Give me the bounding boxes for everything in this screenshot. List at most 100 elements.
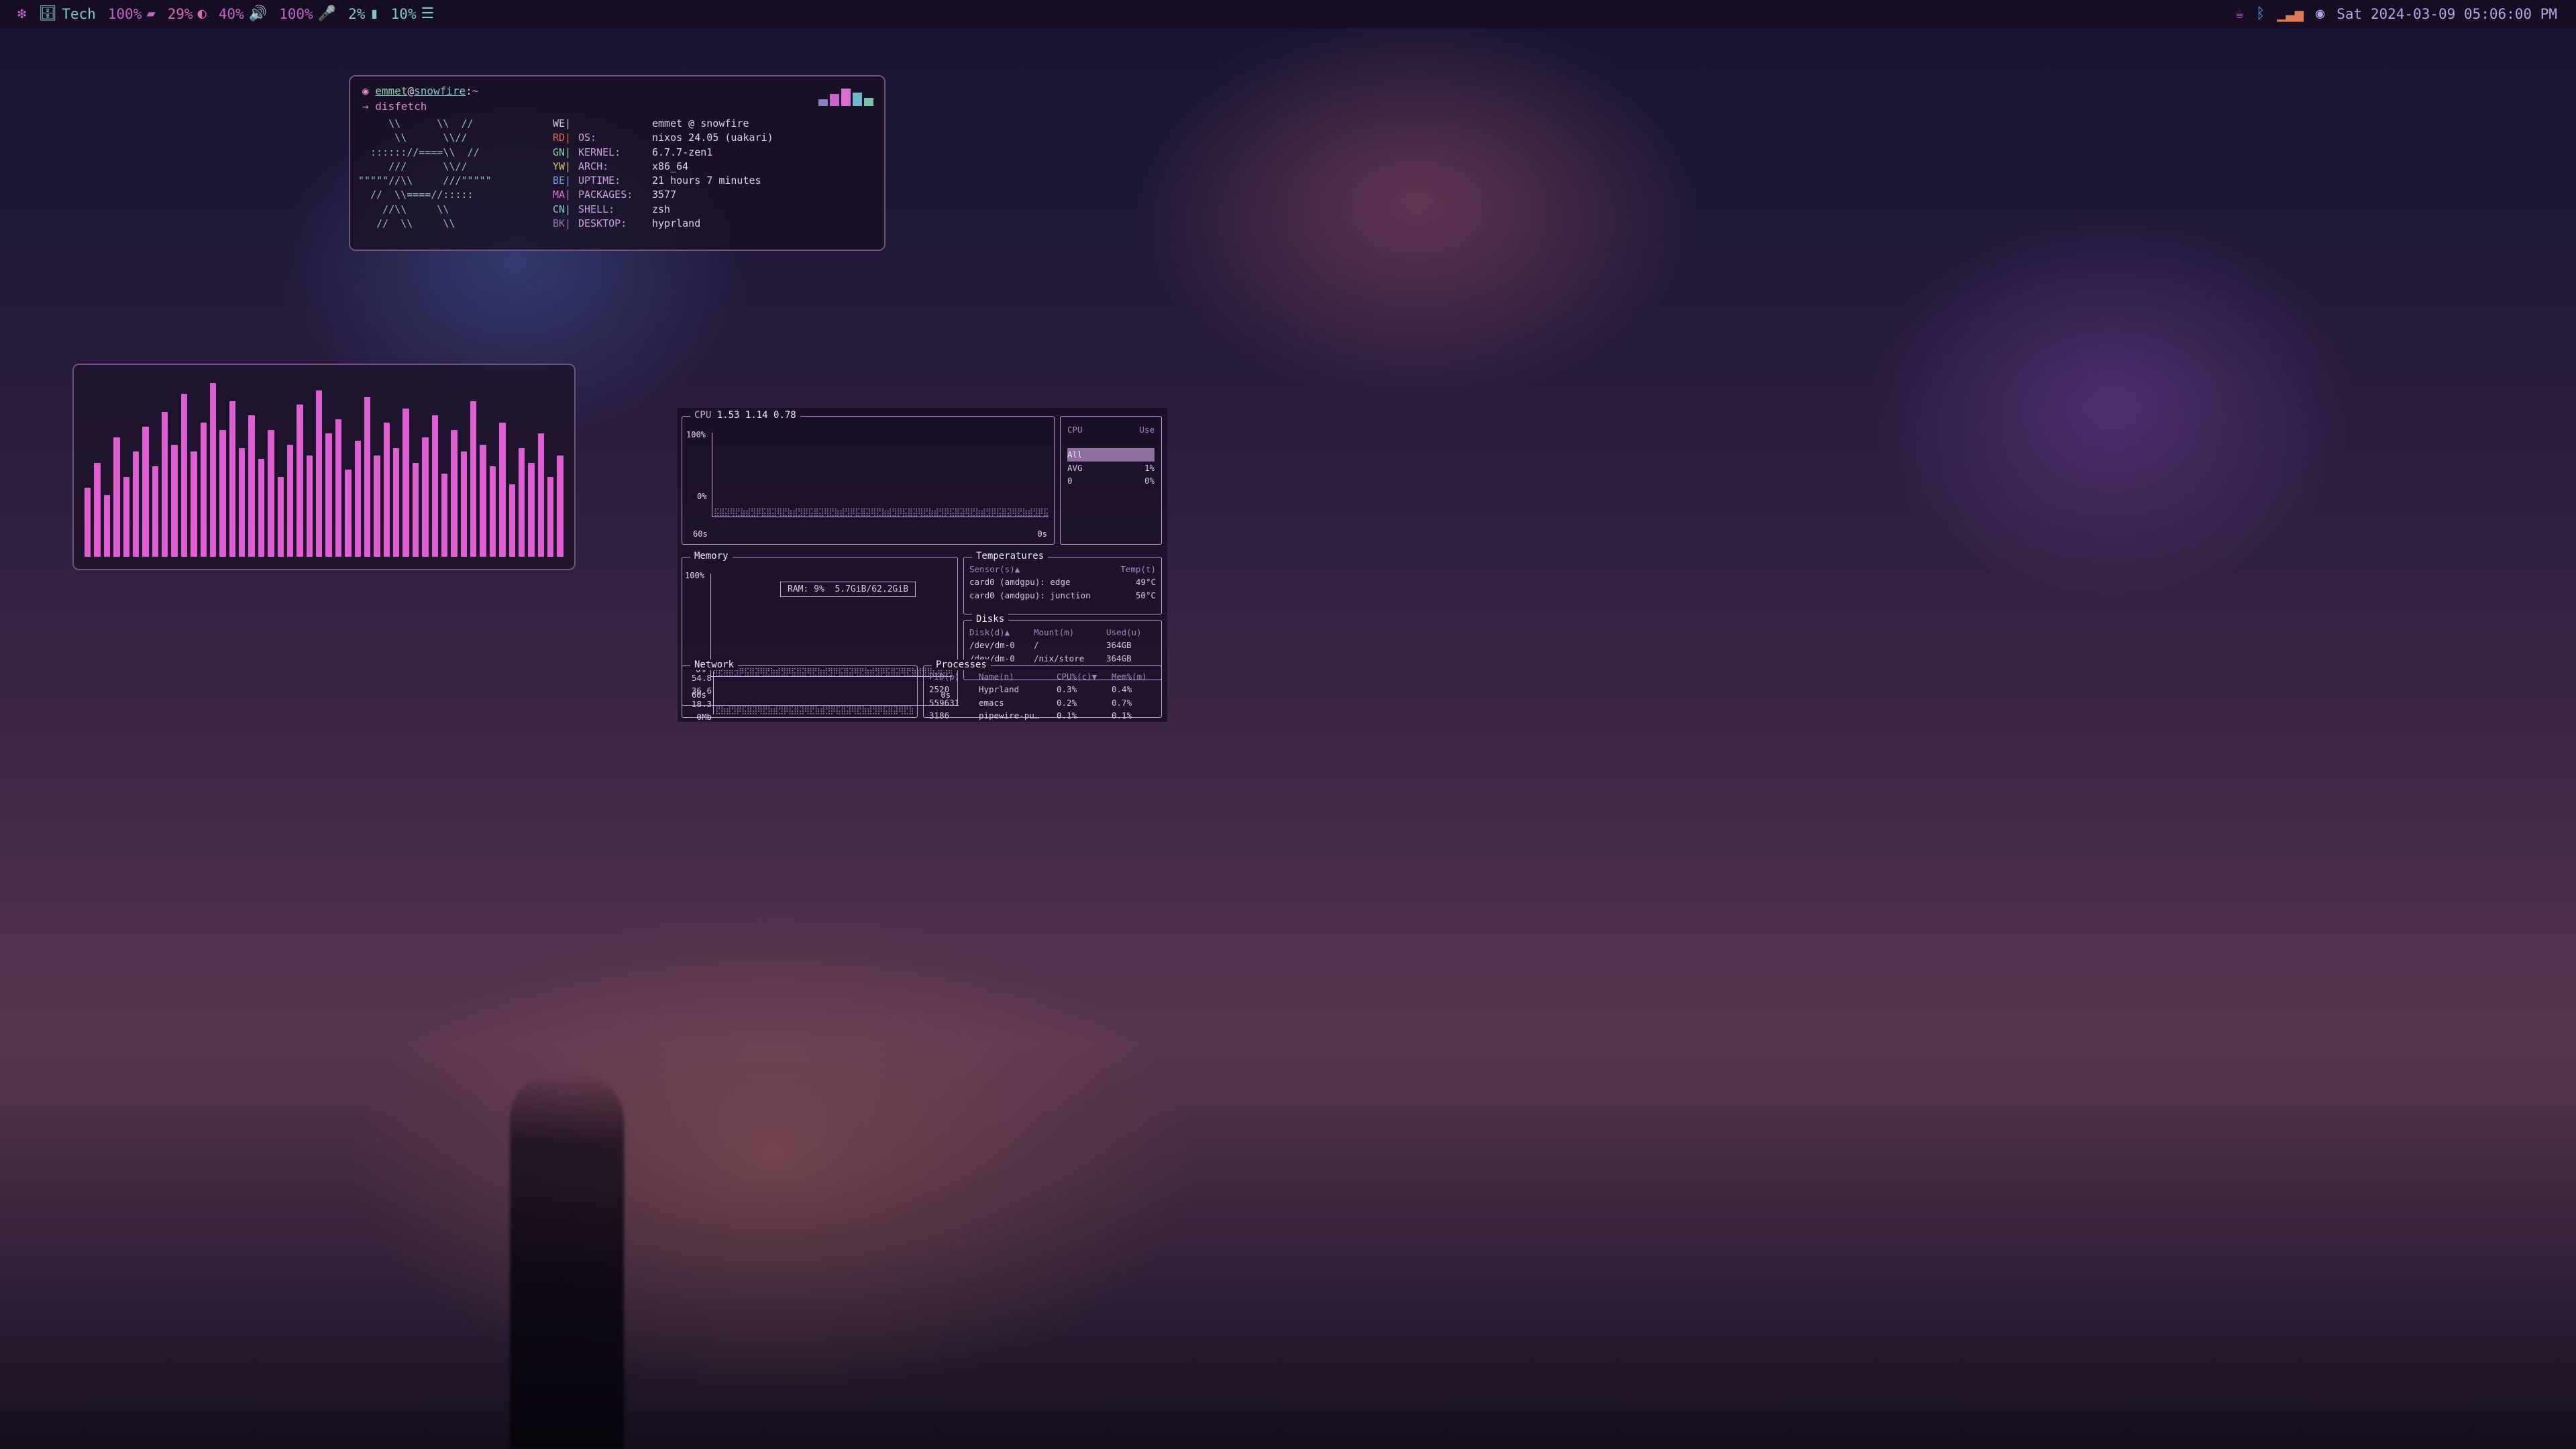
cpu-x-left: 60s bbox=[693, 529, 708, 539]
disks-col2[interactable]: Mount(m) bbox=[1034, 626, 1106, 639]
table-row[interactable]: /dev/dm-0/nix/store 364GB bbox=[969, 652, 1156, 665]
disks-col1[interactable]: Disk(d)▲ bbox=[969, 626, 1034, 639]
visualizer-bar bbox=[335, 419, 342, 557]
menu-icon-2[interactable]: ☰ bbox=[421, 7, 435, 21]
second-monitor-window[interactable]: ❇ 🗄 Tech 100% ▰ 29% ◐ 40% 🔊 100% 🎤 2% ▮ 10% ☰ ☕… bbox=[0, 0, 2576, 1449]
cell-name: emacs bbox=[979, 697, 1004, 708]
processes-panel[interactable]: Processes PID(p) Name(n) CPU%(c)▼ Mem%(m… bbox=[923, 659, 1162, 720]
visualizer-bar bbox=[316, 390, 323, 557]
cpu-use-row[interactable]: AVG 1% bbox=[1067, 462, 1155, 474]
cpu-core-name: 0 bbox=[1067, 476, 1073, 486]
nix-snowflake-icon-2[interactable]: ❇ bbox=[17, 7, 26, 21]
microphone-icon-2[interactable]: 🎤 bbox=[318, 7, 336, 21]
wifi-icon-2[interactable]: ▁▃▅ bbox=[2277, 7, 2304, 21]
fastfetch-label: SHELL: bbox=[578, 203, 615, 215]
workspaces-icon-2[interactable]: 🗄 bbox=[38, 7, 57, 21]
proc-col2[interactable]: Name(n) bbox=[979, 670, 1057, 683]
visualizer-bar bbox=[508, 484, 515, 557]
workspace-label-2: Tech bbox=[62, 6, 96, 22]
visualizer-bar bbox=[103, 495, 111, 557]
visualizer-bar bbox=[364, 397, 371, 557]
fastfetch-terminal[interactable]: ◉ emmet@snowfire:~ → disfetch \\ \\ // \… bbox=[349, 75, 885, 251]
fastfetch-tag: MA| bbox=[553, 189, 572, 201]
brightness-percent-2: 29% bbox=[167, 6, 193, 22]
visualizer-bar bbox=[180, 394, 188, 557]
visualizer-bar bbox=[268, 430, 274, 557]
visualizer-bar bbox=[460, 451, 467, 557]
cpu-use-row[interactable]: 0 0% bbox=[1067, 474, 1155, 487]
clock-2: Sat 2024-03-09 05:06:00 PM bbox=[2337, 6, 2557, 22]
fastfetch-info-table: WE| emmet @ snowfire RD| OS: nixos 24.05 (ua… bbox=[553, 117, 773, 231]
visualizer-bar bbox=[412, 462, 419, 557]
disks-col3[interactable]: Used(u) bbox=[1106, 626, 1142, 639]
visualizer-bar bbox=[441, 473, 448, 557]
visualizer-bar bbox=[402, 408, 409, 557]
visualizer-bar bbox=[345, 470, 352, 557]
volume-icon-2[interactable]: 🔊 bbox=[249, 7, 267, 21]
coffee-icon-2[interactable]: ☕ bbox=[2235, 7, 2244, 21]
visualizer-bar bbox=[470, 400, 477, 557]
fastfetch-prompt: ◉ emmet@snowfire:~ bbox=[362, 85, 479, 97]
fastfetch-tag: CN| bbox=[553, 203, 572, 215]
visualizer-bar bbox=[325, 433, 332, 557]
cell-cpu: 0.1% bbox=[1057, 710, 1077, 721]
network-panel-title: Network bbox=[694, 659, 735, 670]
fastfetch-label: ARCH: bbox=[578, 160, 609, 172]
cpu-x-right: 0s bbox=[1037, 529, 1047, 539]
fastfetch-row: BK| DESKTOP: hyprland bbox=[553, 217, 773, 231]
visualizer-bar bbox=[132, 451, 140, 557]
mic-percent-2: 100% bbox=[279, 6, 313, 22]
visualizer-bar bbox=[248, 415, 255, 557]
sensor-name: card0 (amdgpu): edge bbox=[969, 577, 1071, 588]
cell-mem: 0.7% bbox=[1112, 697, 1132, 708]
cell-mount: / bbox=[1034, 640, 1039, 651]
cpu-use-col2: Use bbox=[1139, 425, 1155, 435]
table-row[interactable]: 3186 pipewire-pu… 0.1% 0.1% bbox=[929, 709, 1157, 722]
second-status-bar: ❇ 🗄 Tech 100% ▰ 29% ◐ 40% 🔊 100% 🎤 2% ▮ 10% ☰ ☕… bbox=[0, 0, 2576, 28]
cpu-use-panel[interactable]: CPU Use All AVG 1% 0 0% bbox=[1060, 416, 1162, 545]
cpu-core-name: All bbox=[1067, 449, 1083, 460]
sensor-temp: 50°C bbox=[1135, 590, 1156, 600]
battery-icon-2: ▰ bbox=[146, 5, 156, 22]
visualizer-bar bbox=[209, 382, 217, 557]
volume-percent-2: 40% bbox=[218, 6, 244, 22]
fastfetch-value: nixos 24.05 (uakari) bbox=[652, 131, 773, 144]
table-row[interactable]: 2520 Hyprland 0.3% 0.4% bbox=[929, 683, 1157, 696]
cell-mem: 0.1% bbox=[1112, 710, 1132, 721]
cpu-use-col1: CPU bbox=[1067, 425, 1083, 435]
temperature-row: card0 (amdgpu): edge 49°C bbox=[969, 576, 1156, 588]
fastfetch-label: UPTIME: bbox=[578, 174, 621, 187]
table-row[interactable]: /dev/dm-0 / 364GB bbox=[969, 639, 1156, 651]
network-tick: 54.8 bbox=[691, 673, 712, 683]
btop-system-monitor[interactable]: CPU 1.53 1.14 0.78 100% 0% 60s 0s ⣯⣿⣽⢿⣟⣷… bbox=[678, 408, 1167, 722]
proc-col3[interactable]: CPU%(c)▼ bbox=[1057, 670, 1112, 683]
cpu-core-name: AVG bbox=[1067, 462, 1083, 473]
cpu-y-bot: 0% bbox=[697, 492, 707, 501]
sensor-name: card0 (amdgpu): junction bbox=[969, 590, 1091, 600]
fastfetch-label: DESKTOP: bbox=[578, 217, 627, 230]
disks-panel-title: Disks bbox=[976, 614, 1005, 625]
bluetooth-icon-2[interactable]: ᛒ bbox=[2256, 7, 2265, 21]
fastfetch-label: PACKAGES: bbox=[578, 189, 633, 201]
proc-col4[interactable]: Mem%(m) bbox=[1112, 670, 1147, 683]
fastfetch-row: MA| PACKAGES: 3577 bbox=[553, 188, 773, 202]
temps-col2[interactable]: Temp(t) bbox=[1120, 563, 1156, 576]
color-swatch bbox=[818, 89, 873, 106]
cpu-percent-2: 10% bbox=[390, 6, 417, 22]
fastfetch-value: hyprland bbox=[652, 217, 701, 230]
cell-pid: 3186 bbox=[929, 710, 950, 721]
visualizer-bar bbox=[306, 455, 313, 557]
fastfetch-row: YW| ARCH: x86_64 bbox=[553, 160, 773, 174]
battery-percent-2: 100% bbox=[107, 6, 142, 22]
cpu-use-row[interactable]: All bbox=[1067, 448, 1155, 462]
fastfetch-command: → disfetch bbox=[362, 100, 427, 113]
fastfetch-value: 6.7.7-zen1 bbox=[652, 146, 713, 158]
fastfetch-tag: YW| bbox=[553, 160, 572, 172]
proc-col1[interactable]: PID(p) bbox=[929, 670, 979, 683]
network-panel: Network 54.8 36.6 18.3 0Mb ⣟⣷⣾⣻⡿⣯⣿⣽⢿⣟⣷⣾⣻⡿⣯⣿… bbox=[682, 659, 918, 722]
table-row[interactable]: 559631 emacs 0.2% 0.7% bbox=[929, 696, 1157, 709]
temps-col1[interactable]: Sensor(s)▲ bbox=[969, 563, 1020, 576]
cell-mount: /nix/store bbox=[1034, 653, 1085, 663]
power-icon-2[interactable]: ◉ bbox=[2316, 7, 2324, 21]
cpu-core-value: 0% bbox=[1144, 476, 1155, 486]
